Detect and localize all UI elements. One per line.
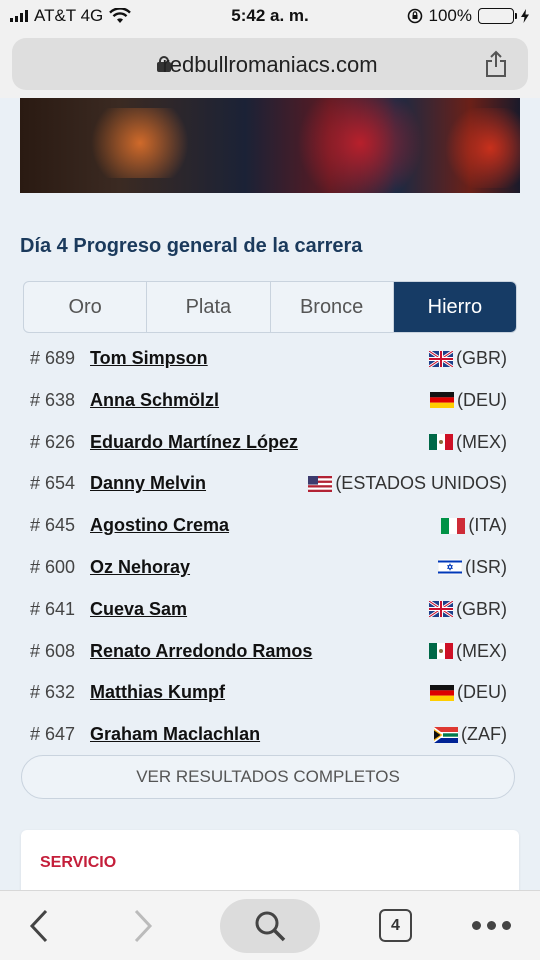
germany-flag-icon — [430, 684, 454, 701]
result-row: # 626 Eduardo Martínez López (MEX) — [0, 422, 540, 464]
result-row: # 689 Tom Simpson (GBR) — [0, 338, 540, 380]
country-code: (GBR) — [456, 598, 507, 619]
country-code: (ZAF) — [461, 724, 507, 745]
forward-icon[interactable] — [130, 907, 156, 945]
rider-name-link[interactable]: Oz Nehoray — [90, 557, 190, 578]
rider-country: (GBR) — [429, 599, 507, 620]
tab-plata[interactable]: Plata — [147, 282, 271, 332]
rider-name-link[interactable]: Eduardo Martínez López — [90, 432, 298, 453]
rider-number: # 647 — [30, 724, 76, 745]
url-text[interactable]: redbullromaniacs.com — [12, 52, 528, 78]
rider-name-link[interactable]: Tom Simpson — [90, 348, 208, 369]
rider-name-link[interactable]: Anna Schmölzl — [90, 390, 219, 411]
service-card: SERVICIO — [21, 830, 519, 890]
rider-country: (DEU) — [430, 682, 507, 703]
uk-flag-icon — [429, 601, 453, 618]
result-row: # 645 Agostino Crema (ITA) — [0, 505, 540, 547]
rider-country: (ISR) — [438, 557, 507, 578]
back-icon[interactable] — [26, 907, 52, 945]
result-row: # 600 Oz Nehoray (ISR) — [0, 547, 540, 589]
country-code: (ISR) — [465, 556, 507, 577]
rider-name-link[interactable]: Agostino Crema — [90, 515, 229, 536]
result-row: # 641 Cueva Sam (GBR) — [0, 589, 540, 631]
search-icon — [255, 911, 286, 942]
uk-flag-icon — [429, 350, 453, 367]
battery-icon — [478, 8, 517, 24]
web-page: Día 4 Progreso general de la carrera Oro… — [0, 98, 540, 890]
tabs-button[interactable]: 4 — [379, 909, 412, 942]
address-bar[interactable]: redbullromaniacs.com — [12, 38, 528, 90]
tab-oro[interactable]: Oro — [24, 282, 148, 332]
section-title: Día 4 Progreso general de la carrera — [20, 235, 363, 257]
tab-bronce[interactable]: Bronce — [271, 282, 394, 332]
result-row: # 647 Graham Maclachlan (ZAF) — [0, 714, 540, 756]
rider-country: (MEX) — [429, 432, 507, 453]
rider-country: (DEU) — [430, 390, 507, 411]
service-label: SERVICIO — [40, 854, 117, 871]
country-code: (ITA) — [468, 515, 507, 536]
rider-number: # 608 — [30, 640, 76, 661]
germany-flag-icon — [430, 392, 454, 409]
usa-flag-icon — [308, 475, 333, 492]
rider-name-link[interactable]: Graham Maclachlan — [90, 724, 260, 745]
country-code: (DEU) — [457, 682, 507, 703]
battery-percent: 100% — [428, 6, 472, 25]
rider-country: (ESTADOS UNIDOS) — [308, 473, 507, 494]
country-code: (GBR) — [456, 348, 507, 368]
result-row: # 608 Renato Arredondo Ramos (MEX) — [0, 631, 540, 673]
rider-name-link[interactable]: Renato Arredondo Ramos — [90, 641, 312, 662]
tab-hierro[interactable]: Hierro — [393, 282, 516, 332]
rider-number: # 626 — [30, 431, 76, 452]
israel-flag-icon — [438, 559, 462, 576]
full-results-button[interactable]: VER RESULTADOS COMPLETOS — [21, 755, 515, 799]
result-row: # 654 Danny Melvin (ESTADOS UNIDOS) — [0, 463, 540, 505]
rider-number: # 600 — [30, 556, 76, 577]
status-bar: AT&T 4G 5:42 a. m. 100% — [0, 0, 540, 32]
rider-number: # 654 — [30, 473, 76, 494]
results-list: # 689 Tom Simpson (GBR) # 638 Anna Schmö… — [0, 338, 540, 756]
mexico-flag-icon — [429, 643, 453, 660]
rider-name-link[interactable]: Danny Melvin — [90, 473, 206, 494]
share-icon[interactable] — [484, 50, 508, 78]
rider-number: # 632 — [30, 682, 76, 703]
result-row: # 638 Anna Schmölzl (DEU) — [0, 380, 540, 422]
more-icon[interactable] — [472, 921, 511, 930]
country-code: (MEX) — [456, 431, 507, 452]
rider-country: (ITA) — [441, 515, 507, 536]
search-button[interactable] — [220, 899, 320, 953]
charging-bolt-icon — [521, 9, 529, 23]
rider-number: # 645 — [30, 515, 76, 536]
country-code: (ESTADOS UNIDOS) — [335, 473, 507, 494]
rider-number: # 641 — [30, 598, 76, 619]
rider-number: # 689 — [30, 348, 76, 368]
rider-name-link[interactable]: Matthias Kumpf — [90, 682, 225, 703]
south-africa-flag-icon — [434, 726, 459, 743]
rider-country: (MEX) — [429, 641, 507, 662]
category-tabs: Oro Plata Bronce Hierro — [23, 281, 517, 333]
orientation-lock-icon — [407, 8, 422, 24]
country-code: (DEU) — [457, 389, 507, 410]
browser-toolbar: 4 — [0, 890, 540, 960]
country-code: (MEX) — [456, 640, 507, 661]
rider-number: # 638 — [30, 389, 76, 410]
hero-image — [20, 98, 520, 193]
rider-country: (ZAF) — [434, 724, 507, 745]
mexico-flag-icon — [429, 434, 453, 451]
rider-name-link[interactable]: Cueva Sam — [90, 599, 187, 620]
italy-flag-icon — [441, 517, 466, 534]
result-row: # 632 Matthias Kumpf (DEU) — [0, 672, 540, 714]
status-right: 100% — [407, 6, 530, 26]
rider-country: (GBR) — [429, 348, 507, 369]
